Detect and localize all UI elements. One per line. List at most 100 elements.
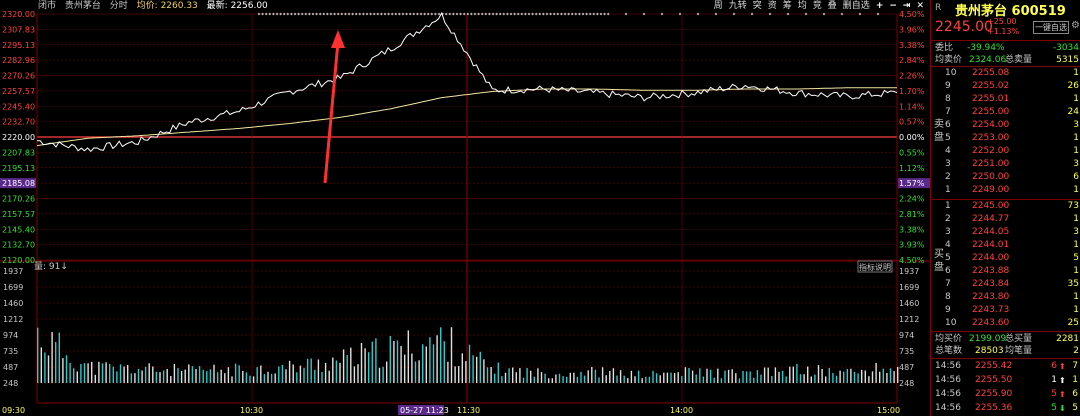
volume-bar xyxy=(299,365,302,383)
trades-summary-row: 总笔数 28503 均笔量 2 xyxy=(935,346,1079,356)
bid-level-6[interactable]: 6 2243.88 1 xyxy=(931,265,1080,277)
volume-bar xyxy=(123,366,125,383)
volume-bar xyxy=(443,341,445,383)
volume-bar xyxy=(537,368,539,383)
volume-bar xyxy=(861,369,863,383)
ask-level-3[interactable]: 3 2251.00 3 xyxy=(931,158,1080,170)
volume-bar xyxy=(566,376,568,383)
event-marker xyxy=(275,12,279,16)
buy-side-label: 买盘 xyxy=(934,249,944,273)
volume-bar xyxy=(738,378,741,383)
event-marker xyxy=(570,12,574,16)
volume-bar xyxy=(637,370,640,383)
volume-bar xyxy=(515,372,517,383)
bid-level-1[interactable]: 1 2245.00 73 xyxy=(931,200,1080,212)
event-marker xyxy=(484,12,488,16)
event-marker xyxy=(567,12,571,16)
volume-bar xyxy=(461,353,463,383)
volume-bar xyxy=(227,367,230,383)
volume-tick-label: 735 xyxy=(899,347,914,356)
pct-tick-label: 1.14% xyxy=(899,102,925,111)
level-volume: 73 xyxy=(1067,201,1079,211)
event-marker xyxy=(768,12,772,16)
ask-level-7[interactable]: 7 2255.00 24 xyxy=(931,106,1080,118)
price-tick-label: 2295.13 xyxy=(2,41,35,50)
volume-bar xyxy=(630,370,633,383)
chart-canvas[interactable]: 2320.00 2307.83 2295.13 2282.96 2270.26 2257.… xyxy=(0,0,930,416)
volume-bar xyxy=(825,376,827,383)
event-marker xyxy=(477,12,481,16)
tick-count: 5 xyxy=(1072,403,1078,413)
event-marker xyxy=(678,12,682,16)
event-marker xyxy=(289,12,293,16)
bid-level-4[interactable]: 4 2244.01 1 xyxy=(931,239,1080,251)
volume-bar xyxy=(55,342,57,383)
volume-bar xyxy=(37,327,39,383)
level-volume: 1 xyxy=(1073,266,1079,276)
indicator-help-button[interactable]: 指标说明 xyxy=(857,260,893,273)
event-marker xyxy=(329,12,333,16)
bid-level-9[interactable]: 9 2243.73 1 xyxy=(931,304,1080,316)
volume-bar xyxy=(263,374,266,383)
event-marker xyxy=(642,12,646,16)
avg-trade-volume: 2 xyxy=(1073,346,1079,356)
level-volume: 24 xyxy=(1067,107,1079,117)
level-volume: 1 xyxy=(1073,133,1079,143)
ask-level-8[interactable]: 8 2255.01 1 xyxy=(931,93,1080,105)
ask-level-5[interactable]: 5 2253.00 1 xyxy=(931,132,1080,144)
volume-bar xyxy=(112,366,114,383)
level-number: 10 xyxy=(945,318,957,328)
volume-bar xyxy=(216,372,219,383)
event-marker xyxy=(523,12,527,16)
level-price: 2243.88 xyxy=(972,266,1010,276)
ask-level-10[interactable]: 10 2255.08 1 xyxy=(931,67,1080,79)
event-marker xyxy=(502,12,506,16)
intraday-chart-panel[interactable]: 闭市 贵州茅台 分时 均价: 2260.33 最新: 2256.00 周 九转 … xyxy=(0,0,930,416)
volume-tick-label: 1460 xyxy=(3,299,23,308)
volume-bar xyxy=(562,376,564,383)
volume-bar xyxy=(62,358,64,383)
ask-level-6[interactable]: 6 2254.00 3 xyxy=(931,119,1080,131)
event-marker xyxy=(581,12,585,16)
volume-bar xyxy=(267,371,269,383)
trades-count: 28503 xyxy=(975,346,1004,356)
event-marker xyxy=(408,12,412,16)
bid-level-3[interactable]: 3 2244.05 3 xyxy=(931,226,1080,238)
price-tick-label: 2245.40 xyxy=(2,102,35,111)
volume-bar xyxy=(393,341,395,383)
volume-bar xyxy=(148,363,150,383)
level-number: 6 xyxy=(945,120,951,130)
ask-level-9[interactable]: 9 2255.02 26 xyxy=(931,80,1080,92)
volume-bar xyxy=(555,374,557,383)
event-marker xyxy=(556,12,560,16)
volume-bar xyxy=(663,372,665,383)
volume-bar xyxy=(447,361,449,383)
ask-level-1[interactable]: 1 2249.00 1 xyxy=(931,184,1080,196)
volume-bar xyxy=(533,376,535,383)
event-marker xyxy=(307,12,311,16)
bid-level-8[interactable]: 8 2243.80 1 xyxy=(931,291,1080,303)
event-marker xyxy=(549,12,553,16)
event-marker xyxy=(534,12,538,16)
event-marker xyxy=(520,12,524,16)
volume-bar xyxy=(414,361,417,383)
volume-bar xyxy=(702,376,705,383)
bid-level-2[interactable]: 2 2244.77 1 xyxy=(931,213,1080,225)
ask-level-2[interactable]: 2 2250.00 6 xyxy=(931,171,1080,183)
volume-axis: 1937 1937 1699 1699 1460 1460 1212 1212 974 974 73… xyxy=(3,267,919,388)
volume-bar xyxy=(558,373,561,383)
bid-level-5[interactable]: 5 2244.00 5 xyxy=(931,252,1080,264)
level-price: 2245.00 xyxy=(972,201,1010,211)
volume-bar xyxy=(202,369,204,383)
volume-bar xyxy=(144,366,147,383)
event-marker xyxy=(423,12,427,16)
gear-icon[interactable]: ⚙ xyxy=(1071,20,1080,31)
price-tick-label: 2220.00 xyxy=(2,133,35,142)
volume-bar xyxy=(583,375,586,383)
volume-bar xyxy=(530,370,532,383)
ask-level-4[interactable]: 4 2252.00 1 xyxy=(931,145,1080,157)
bid-level-7[interactable]: 7 2243.84 35 xyxy=(931,278,1080,290)
event-marker xyxy=(732,12,736,16)
add-watchlist-button[interactable]: 一键自选 xyxy=(1033,21,1069,34)
bid-level-10[interactable]: 10 2243.60 25 xyxy=(931,317,1080,329)
